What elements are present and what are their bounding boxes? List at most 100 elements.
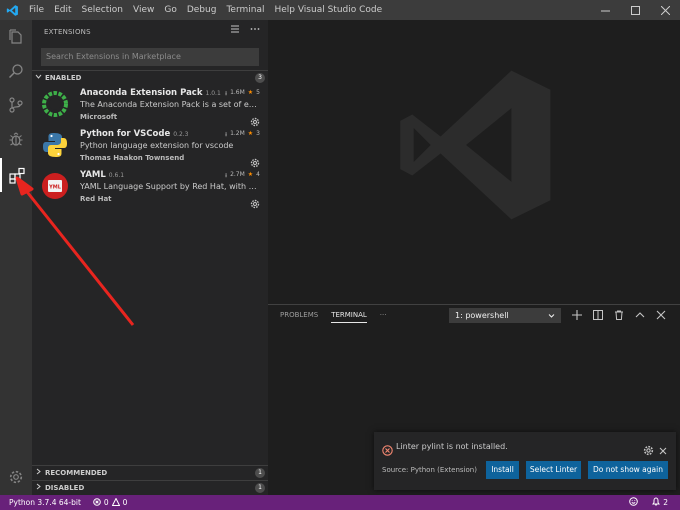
recommended-section-header[interactable]: RECOMMENDED 1	[32, 465, 268, 479]
error-count: 0	[103, 498, 109, 507]
enabled-label: ENABLED	[45, 73, 82, 82]
notifications-indicator[interactable]: 2	[652, 497, 668, 508]
chevron-right-icon	[35, 483, 45, 492]
notification-gear-icon[interactable]	[643, 441, 654, 456]
extension-name: YAML	[80, 170, 106, 180]
source-control-icon[interactable]	[0, 88, 32, 122]
extension-item-python[interactable]: Python for VSCode 0.2.3 ⭳ 1.2M ★ 3 Python…	[32, 126, 268, 168]
manage-gear-icon[interactable]	[250, 194, 260, 209]
manage-gear-icon[interactable]	[250, 112, 260, 127]
close-panel-icon[interactable]	[655, 309, 667, 321]
activity-bar	[0, 20, 32, 495]
trash-icon[interactable]	[613, 309, 625, 321]
bell-icon	[652, 497, 661, 508]
feedback-smiley-icon[interactable]	[629, 497, 639, 508]
extension-stats: ⭳ 1.6M ★ 5	[225, 89, 260, 99]
enabled-section-header[interactable]: ENABLED 3	[32, 70, 268, 84]
extensions-icon[interactable]	[0, 158, 32, 192]
extension-publisher: Thomas Haakon Townsend	[80, 154, 185, 162]
svg-text:YML: YML	[48, 185, 62, 191]
extension-version: 1.0.1	[205, 90, 221, 97]
rating: 3	[256, 130, 260, 137]
more-actions-icon[interactable]	[250, 24, 260, 36]
star-icon: ★	[247, 130, 254, 137]
notification-close-icon[interactable]	[658, 441, 668, 455]
yaml-icon: YML	[41, 172, 69, 200]
chevron-down-icon	[35, 73, 45, 82]
debug-icon[interactable]	[0, 122, 32, 156]
menu-go[interactable]: Go	[159, 0, 181, 20]
new-terminal-icon[interactable]	[571, 309, 583, 321]
warning-count: 0	[122, 498, 128, 507]
recommended-label: RECOMMENDED	[45, 468, 108, 477]
extension-version: 0.6.1	[108, 172, 125, 179]
minimize-button[interactable]	[590, 0, 620, 20]
vscode-window: File Edit Selection View Go Debug Termin…	[0, 0, 680, 510]
menu-edit[interactable]: Edit	[49, 0, 76, 20]
select-linter-button[interactable]: Select Linter	[526, 461, 581, 479]
cloud-download-icon: ⭳	[224, 172, 228, 179]
chevron-down-icon	[548, 309, 555, 328]
maximize-button[interactable]	[620, 0, 650, 20]
disabled-label: DISABLED	[45, 483, 85, 492]
vscode-logo-icon	[0, 0, 24, 20]
anaconda-icon	[41, 90, 69, 118]
download-count: 2.7M	[230, 171, 245, 178]
menu-help[interactable]: Help	[269, 0, 300, 20]
tab-terminal[interactable]: TERMINAL	[331, 311, 367, 323]
extension-item-anaconda[interactable]: Anaconda Extension Pack 1.0.1 ⭳ 1.6M ★ 5 …	[32, 85, 268, 127]
install-button[interactable]: Install	[486, 461, 519, 479]
cloud-download-icon: ⭳	[224, 90, 228, 97]
menu-terminal[interactable]: Terminal	[221, 0, 269, 20]
enabled-count-badge: 3	[255, 73, 265, 83]
problems-indicator[interactable]: 0 0	[93, 496, 128, 508]
extension-stats: ⭳ 1.2M ★ 3	[225, 130, 260, 140]
gear-icon[interactable]	[0, 460, 32, 494]
notification-message: Linter pylint is not installed.	[396, 442, 508, 451]
search-icon[interactable]	[0, 54, 32, 88]
close-button[interactable]	[650, 0, 680, 20]
extensions-sidebar: EXTENSIONS Search Extensions in Marketpl…	[32, 20, 268, 495]
sidebar-title: EXTENSIONS	[44, 28, 91, 36]
split-terminal-icon[interactable]	[592, 309, 604, 321]
notification-toast: Linter pylint is not installed. Source: …	[374, 432, 676, 490]
python-icon	[41, 131, 69, 159]
status-bar: Python 3.7.4 64-bit 0 0 2	[0, 495, 680, 510]
notification-source: Source: Python (Extension)	[382, 466, 477, 474]
terminal-select[interactable]: 1: powershell	[449, 308, 561, 323]
menu-view[interactable]: View	[128, 0, 159, 20]
chevron-right-icon	[35, 468, 45, 477]
tab-problems[interactable]: PROBLEMS	[280, 311, 318, 323]
panel-actions	[571, 309, 667, 321]
extension-publisher: Microsoft	[80, 113, 118, 121]
star-icon: ★	[247, 171, 254, 178]
extension-description: The Anaconda Extension Pack is a set of …	[80, 100, 260, 109]
rating: 4	[256, 171, 260, 178]
filter-list-icon[interactable]	[230, 24, 240, 36]
download-count: 1.6M	[230, 89, 245, 96]
menu-file[interactable]: File	[24, 0, 49, 20]
cloud-download-icon: ⭳	[224, 131, 228, 138]
panel-tabs: PROBLEMS TERMINAL ···	[280, 311, 386, 323]
menu-debug[interactable]: Debug	[182, 0, 222, 20]
extension-item-yaml[interactable]: YML YAML 0.6.1 ⭳ 2.7M ★ 4 YAML Language S…	[32, 167, 268, 209]
manage-gear-icon[interactable]	[250, 153, 260, 168]
sidebar-header: EXTENSIONS	[32, 20, 268, 44]
maximize-panel-icon[interactable]	[634, 309, 646, 321]
star-icon: ★	[247, 89, 254, 96]
menu-selection[interactable]: Selection	[77, 0, 128, 20]
disabled-count-badge: 1	[255, 483, 265, 493]
download-count: 1.2M	[230, 130, 245, 137]
do-not-show-again-button[interactable]: Do not show again	[588, 461, 668, 479]
vscode-watermark-icon	[391, 60, 561, 234]
title-bar: File Edit Selection View Go Debug Termin…	[0, 0, 680, 20]
warning-icon	[111, 496, 120, 508]
python-interpreter[interactable]: Python 3.7.4 64-bit	[9, 498, 81, 507]
extensions-search-input[interactable]: Search Extensions in Marketplace	[41, 48, 259, 66]
explorer-icon[interactable]	[0, 20, 32, 54]
panel-more-icon[interactable]: ···	[380, 311, 387, 323]
disabled-section-header[interactable]: DISABLED 1	[32, 480, 268, 494]
error-icon	[382, 441, 393, 456]
error-icon	[93, 497, 101, 508]
rating: 5	[256, 89, 260, 96]
